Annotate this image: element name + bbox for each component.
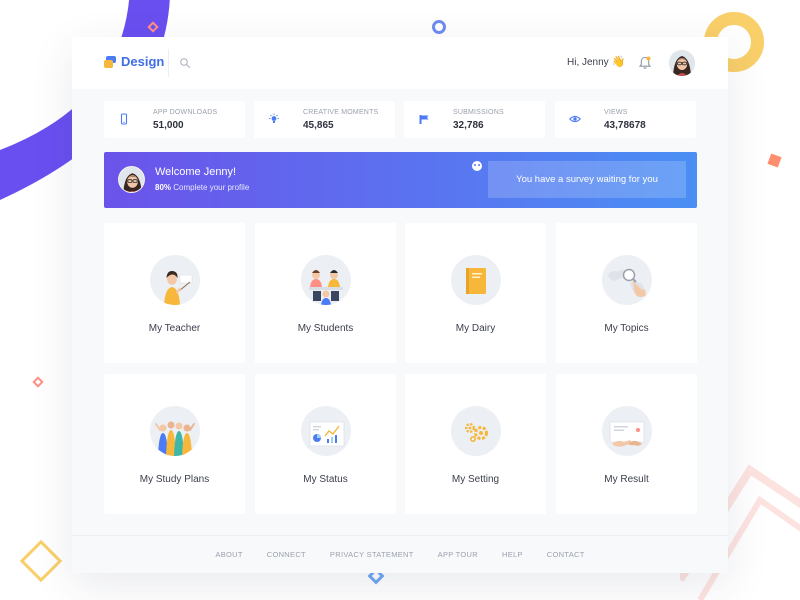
stat-label: CREATIVE MOMENTS: [303, 109, 379, 116]
avatar-image: [669, 50, 695, 76]
stat-label: VIEWS: [604, 109, 628, 116]
footer: ABOUT CONNECT PRIVACY STATEMENT APP TOUR…: [72, 535, 728, 573]
decorative-blue-ring: [432, 20, 446, 34]
stat-label: APP DOWNLOADS: [153, 109, 218, 116]
stat-value: 32,786: [453, 120, 484, 131]
banner-avatar: [118, 166, 145, 193]
tile-my-setting[interactable]: My Setting: [405, 374, 546, 514]
profile-progress: 80% Complete your profile: [155, 183, 249, 192]
user-greeting: Hi, Jenny 👋: [567, 56, 626, 69]
footer-link-contact[interactable]: CONTACT: [547, 550, 585, 559]
survey-button[interactable]: You have a survey waiting for you: [488, 161, 686, 198]
tile-my-dairy[interactable]: My Dairy: [405, 223, 546, 363]
user-avatar[interactable]: [669, 50, 695, 76]
teacher-icon: [150, 255, 200, 305]
students-icon: [301, 255, 351, 305]
tile-my-students[interactable]: My Students: [255, 223, 396, 363]
tile-my-status[interactable]: My Status: [255, 374, 396, 514]
tile-my-topics[interactable]: My Topics: [556, 223, 697, 363]
decorative-orange-square: [767, 153, 782, 168]
greeting-text: Hi, Jenny: [567, 57, 609, 68]
smiley-icon: [472, 161, 482, 171]
setting-icon: [451, 406, 501, 456]
logo-text: Design: [121, 54, 165, 69]
decorative-red-diamond: [32, 376, 44, 388]
tile-label: My Result: [604, 474, 649, 485]
tile-label: My Students: [297, 323, 354, 334]
notification-bell-icon[interactable]: [637, 55, 653, 71]
study-plans-icon: [150, 406, 200, 456]
logo[interactable]: Design: [104, 54, 164, 69]
tile-my-result[interactable]: My Result: [556, 374, 697, 514]
decorative-yellow-diamond: [19, 539, 63, 583]
tile-label: My Topics: [604, 323, 649, 334]
welcome-title: Welcome Jenny!: [155, 166, 237, 178]
tile-label: My Status: [303, 474, 348, 485]
tile-label: My Dairy: [455, 323, 496, 334]
avatar-image: [119, 167, 144, 192]
logo-icon: [104, 55, 117, 68]
topics-icon: [602, 255, 652, 305]
tile-label: My Teacher: [148, 323, 201, 334]
flag-icon: [419, 115, 429, 124]
stat-card-views: VIEWS 43,78678: [555, 101, 696, 138]
tile-label: My Study Plans: [139, 474, 210, 485]
dashboard-window: Design Hi, Jenny 👋 APP DOWNLOADS 51,000 …: [72, 37, 728, 573]
bulb-icon: [269, 113, 279, 123]
stat-card-creative-moments: CREATIVE MOMENTS 45,865: [254, 101, 395, 138]
footer-link-about[interactable]: ABOUT: [215, 550, 242, 559]
top-bar: Design Hi, Jenny 👋: [72, 37, 728, 89]
footer-link-help[interactable]: HELP: [502, 550, 523, 559]
divider: [168, 49, 169, 77]
eye-icon: [569, 115, 581, 123]
phone-icon: [120, 113, 128, 125]
stat-label: SUBMISSIONS: [453, 109, 504, 116]
waving-hand-icon: 👋: [611, 56, 626, 68]
welcome-banner: Welcome Jenny! 80% Complete your profile…: [104, 152, 697, 208]
tile-label: My Setting: [451, 474, 500, 485]
footer-link-app-tour[interactable]: APP TOUR: [438, 550, 478, 559]
result-icon: [602, 406, 652, 456]
stat-value: 51,000: [153, 120, 184, 131]
diary-icon: [451, 255, 501, 305]
stat-card-app-downloads: APP DOWNLOADS 51,000: [104, 101, 245, 138]
footer-link-connect[interactable]: CONNECT: [267, 550, 306, 559]
progress-value: 80%: [155, 183, 172, 192]
footer-link-privacy-statement[interactable]: PRIVACY STATEMENT: [330, 550, 414, 559]
stat-value: 45,865: [303, 120, 334, 131]
status-icon: [301, 406, 351, 456]
tile-my-study-plans[interactable]: My Study Plans: [104, 374, 245, 514]
tile-my-teacher[interactable]: My Teacher: [104, 223, 245, 363]
progress-text: Complete your profile: [171, 183, 250, 192]
search-icon[interactable]: [179, 57, 191, 69]
stat-value: 43,78678: [604, 120, 646, 131]
stat-card-submissions: SUBMISSIONS 32,786: [404, 101, 545, 138]
